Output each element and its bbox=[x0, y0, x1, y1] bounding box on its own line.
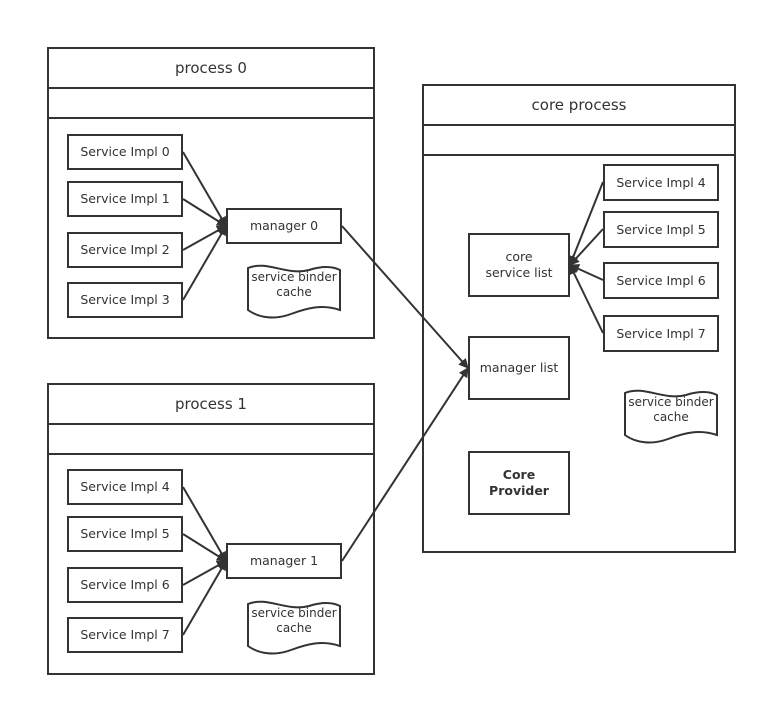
core-service-binder-cache[interactable]: service binder cache bbox=[624, 389, 718, 445]
service-impl-2[interactable]: Service Impl 2 bbox=[67, 232, 183, 268]
core-service-impl-5[interactable]: Service Impl 5 bbox=[603, 211, 719, 248]
process-0-attributes bbox=[49, 89, 373, 119]
process-0-title: process 0 bbox=[49, 49, 373, 89]
service-impl-4[interactable]: Service Impl 4 bbox=[67, 469, 183, 505]
manager-list[interactable]: manager list bbox=[468, 336, 570, 400]
manager-1[interactable]: manager 1 bbox=[226, 543, 342, 579]
service-impl-7[interactable]: Service Impl 7 bbox=[67, 617, 183, 653]
service-binder-cache-0[interactable]: service binder cache bbox=[247, 264, 341, 320]
process-1-title: process 1 bbox=[49, 385, 373, 425]
service-binder-cache-1[interactable]: service binder cache bbox=[247, 600, 341, 656]
cache-label: service binder cache bbox=[251, 270, 337, 299]
core-process-title: core process bbox=[424, 86, 734, 126]
process-1-attributes bbox=[49, 425, 373, 455]
service-impl-1[interactable]: Service Impl 1 bbox=[67, 181, 183, 217]
core-service-impl-4[interactable]: Service Impl 4 bbox=[603, 164, 719, 201]
service-impl-3[interactable]: Service Impl 3 bbox=[67, 282, 183, 318]
core-service-impl-6[interactable]: Service Impl 6 bbox=[603, 262, 719, 299]
cache-label: service binder cache bbox=[628, 395, 714, 424]
manager-0[interactable]: manager 0 bbox=[226, 208, 342, 244]
service-impl-0[interactable]: Service Impl 0 bbox=[67, 134, 183, 170]
core-process-attributes bbox=[424, 126, 734, 156]
cache-label: service binder cache bbox=[251, 606, 337, 635]
service-impl-6[interactable]: Service Impl 6 bbox=[67, 567, 183, 603]
core-service-impl-7[interactable]: Service Impl 7 bbox=[603, 315, 719, 352]
core-provider[interactable]: Core Provider bbox=[468, 451, 570, 515]
service-impl-5[interactable]: Service Impl 5 bbox=[67, 516, 183, 552]
core-service-list[interactable]: core service list bbox=[468, 233, 570, 297]
